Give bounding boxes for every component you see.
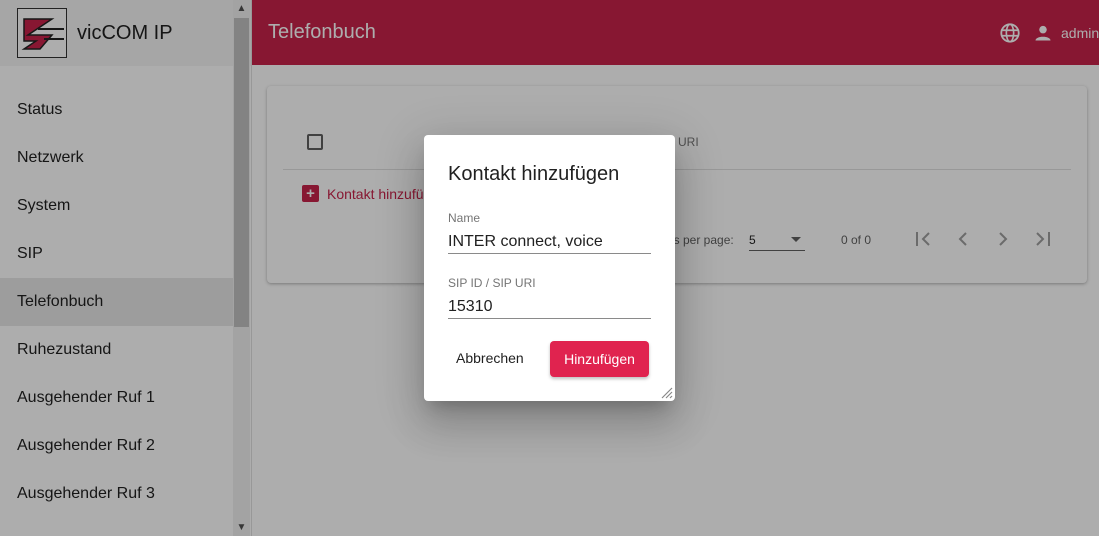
sip-field-label: SIP ID / SIP URI xyxy=(448,276,536,290)
submit-add-button[interactable]: Hinzufügen xyxy=(550,341,649,377)
name-field-label: Name xyxy=(448,211,481,225)
add-contact-dialog: Kontakt hinzufügen Name SIP ID / SIP URI… xyxy=(424,135,675,401)
name-field[interactable] xyxy=(448,230,651,254)
dialog-title: Kontakt hinzufügen xyxy=(448,163,620,185)
resize-handle-icon[interactable] xyxy=(659,385,673,399)
sip-id-field[interactable] xyxy=(448,295,651,319)
cancel-button[interactable]: Abbrechen xyxy=(456,350,524,366)
